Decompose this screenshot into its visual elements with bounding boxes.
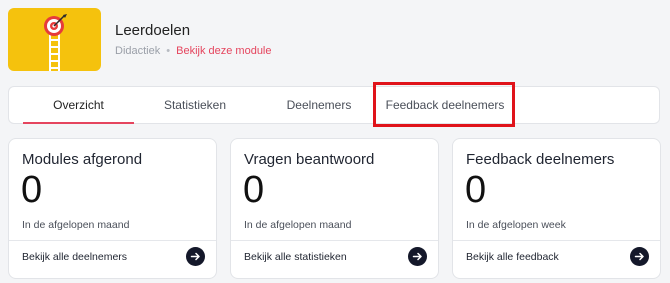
module-category: Didactiek: [115, 45, 161, 57]
card-divider: [453, 240, 660, 241]
card-divider: [9, 240, 216, 241]
stat-card-modules-afgerond: Modules afgerond 0 In de afgelopen maand…: [8, 138, 217, 279]
card-period: In de afgelopen maand: [244, 219, 352, 231]
tab-statistieken[interactable]: Statistieken: [139, 87, 251, 124]
module-breadcrumb: Didactiek • Bekijk deze module: [115, 45, 272, 57]
card-value: 0: [465, 169, 487, 211]
view-all-feedback-link[interactable]: Bekijk alle feedback: [466, 251, 559, 263]
stat-card-vragen-beantwoord: Vragen beantwoord 0 In de afgelopen maan…: [230, 138, 439, 279]
target-ladder-illustration: [44, 14, 67, 71]
view-all-statistics-link[interactable]: Bekijk alle statistieken: [244, 251, 347, 263]
module-header: Leerdoelen Didactiek • Bekijk deze module: [0, 0, 670, 84]
tab-bar: Overzicht Statistieken Deelnemers Feedba…: [8, 86, 660, 124]
card-title: Vragen beantwoord: [244, 151, 375, 168]
arrow-right-icon[interactable]: [408, 247, 427, 266]
tab-overzicht[interactable]: Overzicht: [23, 87, 134, 124]
stat-card-feedback-deelnemers: Feedback deelnemers 0 In de afgelopen we…: [452, 138, 661, 279]
tab-deelnemers[interactable]: Deelnemers: [265, 87, 373, 124]
arrow-right-icon[interactable]: [186, 247, 205, 266]
card-title: Modules afgerond: [22, 151, 143, 168]
module-thumbnail: [8, 8, 101, 71]
view-module-link[interactable]: Bekijk deze module: [176, 45, 271, 57]
card-divider: [231, 240, 438, 241]
card-value: 0: [243, 169, 265, 211]
card-period: In de afgelopen week: [466, 219, 566, 231]
card-period: In de afgelopen maand: [22, 219, 130, 231]
breadcrumb-separator: •: [166, 45, 171, 57]
card-value: 0: [21, 169, 43, 211]
highlight-box: [373, 82, 515, 127]
view-all-participants-link[interactable]: Bekijk alle deelnemers: [22, 251, 127, 263]
card-title: Feedback deelnemers: [466, 151, 615, 168]
arrow-right-icon[interactable]: [630, 247, 649, 266]
module-title: Leerdoelen: [115, 22, 191, 39]
